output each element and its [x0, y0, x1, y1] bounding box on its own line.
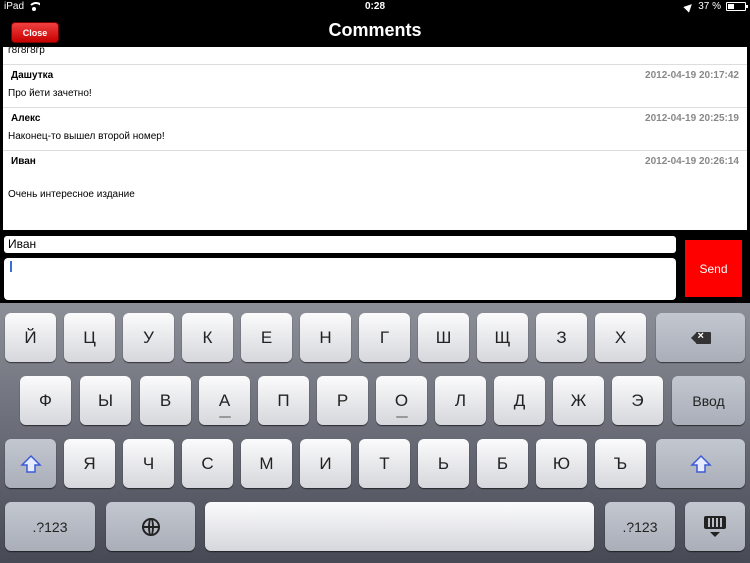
shift-icon: [689, 454, 712, 473]
key[interactable]: П: [258, 376, 309, 425]
key[interactable]: И: [300, 439, 351, 488]
key[interactable]: Ъ: [595, 439, 646, 488]
globe-key[interactable]: [106, 502, 195, 551]
list-item: Иван 2012-04-19 20:26:14 Очень интересно…: [3, 151, 747, 211]
key[interactable]: Ю: [536, 439, 587, 488]
comment-author: Иван: [11, 156, 36, 167]
battery-percent: 37 %: [698, 1, 721, 12]
key[interactable]: У: [123, 313, 174, 362]
key[interactable]: Д: [494, 376, 545, 425]
list-item: Дашутка 2012-04-19 20:17:42 Про йети зач…: [3, 65, 747, 108]
key[interactable]: М: [241, 439, 292, 488]
key[interactable]: Р: [317, 376, 368, 425]
key[interactable]: Ч: [123, 439, 174, 488]
shift-key-left[interactable]: [5, 439, 56, 488]
key[interactable]: Я: [64, 439, 115, 488]
key[interactable]: В: [140, 376, 191, 425]
key-o[interactable]: О: [376, 376, 427, 425]
key-label: А: [218, 390, 231, 410]
list-item: Алекс 2012-04-19 20:25:19 Наконец-то выш…: [3, 108, 747, 151]
text-cursor: [10, 261, 12, 272]
shift-key-right[interactable]: [656, 439, 745, 488]
hide-keyboard-key[interactable]: [685, 502, 745, 551]
key[interactable]: Ы: [80, 376, 131, 425]
keyboard-hide-icon: [704, 516, 726, 537]
enter-key[interactable]: Ввод: [672, 376, 745, 425]
status-time: 0:28: [364, 1, 385, 12]
home-key-marker: [218, 416, 231, 418]
comment-date: 2012-04-19 20:17:42: [645, 70, 739, 81]
comment-author: Дашутка: [11, 70, 54, 81]
list-item: г8г8г8гр: [3, 47, 747, 65]
key[interactable]: С: [182, 439, 233, 488]
name-field[interactable]: Иван: [4, 236, 676, 253]
comment-date: 2012-04-19 20:25:19: [645, 113, 739, 124]
key[interactable]: Ь: [418, 439, 469, 488]
key[interactable]: Ш: [418, 313, 469, 362]
key[interactable]: К: [182, 313, 233, 362]
key[interactable]: Щ: [477, 313, 528, 362]
key-label: О: [394, 390, 409, 410]
comment-text: Наконец-то вышел второй номер!: [8, 131, 165, 142]
key[interactable]: Н: [300, 313, 351, 362]
status-bar: iPad 0:28 37 %: [0, 0, 750, 14]
key-a[interactable]: А: [199, 376, 250, 425]
comment-text: Очень интересное издание: [8, 189, 135, 200]
key[interactable]: Л: [435, 376, 486, 425]
space-key[interactable]: [205, 502, 594, 551]
backspace-key[interactable]: ×: [656, 313, 745, 362]
key[interactable]: Е: [241, 313, 292, 362]
backspace-icon: ×: [690, 330, 711, 344]
numbers-key-left[interactable]: .?123: [5, 502, 95, 551]
key[interactable]: Б: [477, 439, 528, 488]
key[interactable]: Х: [595, 313, 646, 362]
message-field[interactable]: [4, 258, 676, 300]
comment-text: г8г8г8гр: [8, 47, 45, 56]
battery-icon: [726, 2, 748, 11]
key[interactable]: З: [536, 313, 587, 362]
numbers-key-right[interactable]: .?123: [605, 502, 675, 551]
comment-date: 2012-04-19 20:26:14: [645, 156, 739, 167]
key[interactable]: Г: [359, 313, 410, 362]
shift-icon: [19, 454, 42, 473]
nav-bar: Close Comments: [0, 14, 750, 47]
key[interactable]: Т: [359, 439, 410, 488]
location-icon: [683, 0, 695, 13]
home-key-marker: [395, 416, 408, 418]
key[interactable]: Э: [612, 376, 663, 425]
key[interactable]: Й: [5, 313, 56, 362]
key[interactable]: Ф: [20, 376, 71, 425]
key[interactable]: Ц: [64, 313, 115, 362]
comment-author: Алекс: [11, 113, 41, 124]
page-title: Comments: [328, 20, 422, 40]
comment-text: Про йети зачетно!: [8, 88, 92, 99]
key[interactable]: Ж: [553, 376, 604, 425]
keyboard: Й Ц У К Е Н Г Ш Щ З Х × Ф Ы В А П Р О Л …: [0, 303, 750, 563]
globe-icon: [141, 517, 160, 536]
send-button[interactable]: Send: [685, 240, 742, 297]
comments-list[interactable]: г8г8г8гр Дашутка 2012-04-19 20:17:42 Про…: [3, 47, 747, 230]
